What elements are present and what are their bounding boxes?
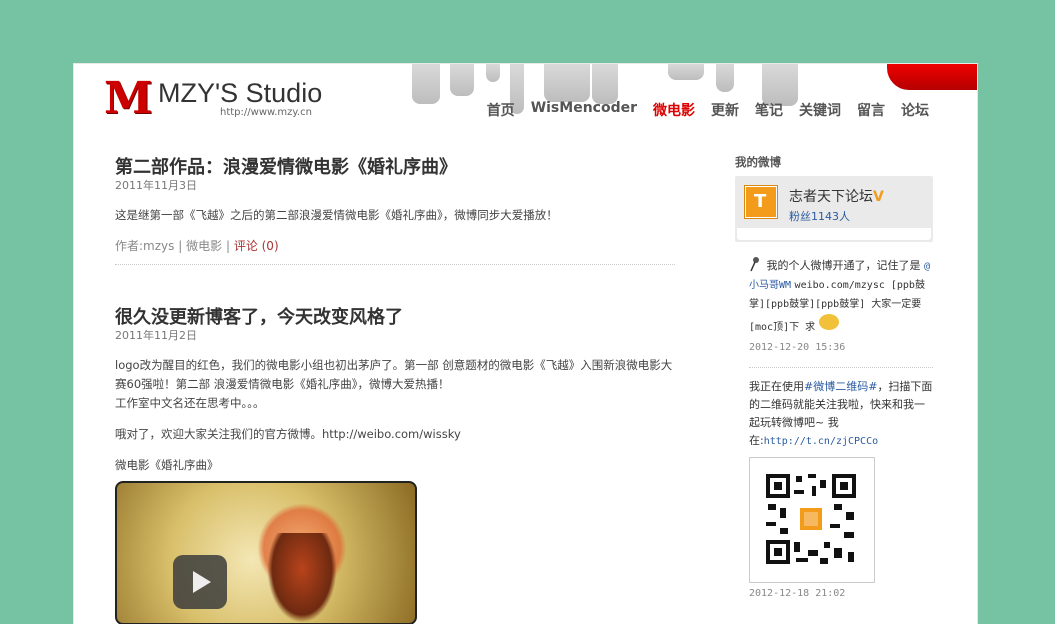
card-footer [737, 228, 931, 240]
post-date: 2011年11月3日 [115, 179, 197, 192]
feed-item: 我的个人微博开通了，记住了是 @小马哥WM weibo.com/mzysc [p… [749, 256, 933, 368]
weibo-feed: 我的个人微博开通了，记住了是 @小马哥WM weibo.com/mzysc [p… [749, 256, 933, 613]
header-decor-shape [716, 64, 734, 92]
qr-code-icon [764, 472, 858, 566]
feed-text-part: 我的个人微博开通了，记住了是 [766, 259, 924, 272]
post-date: 2011年11月2日 [115, 329, 197, 342]
post-category-link[interactable]: 微电影 [186, 239, 222, 253]
main-nav: 首页 WisMencoder 微电影 更新 笔记 关键词 留言 论坛 [479, 100, 937, 120]
page-container: M MZY'S Studio http://www.mzy.cn 首页 WisM… [74, 64, 977, 624]
nav-wismencoder[interactable]: WisMencoder [523, 100, 645, 120]
play-icon[interactable] [173, 555, 227, 609]
video-thumbnail-figure [267, 533, 337, 623]
header-decor-shape [544, 64, 590, 102]
feed-url-link[interactable]: http://t.cn/zjCPCCo [764, 436, 878, 447]
sidebar-heading: 我的微博 [735, 155, 781, 169]
post-paragraph: 这是继第一部《飞越》之后的第二部浪漫爱情微电影《婚礼序曲》，微博同步大爱播放！ [115, 208, 558, 222]
post-body: 这是继第一部《飞越》之后的第二部浪漫爱情微电影《婚礼序曲》，微博同步大爱播放！ [115, 206, 675, 225]
main-content: 第二部作品：浪漫爱情微电影《婚礼序曲》 2011年11月3日 这是继第一部《飞越… [115, 156, 675, 624]
nav-home[interactable]: 首页 [479, 100, 523, 120]
header-corner-ribbon [887, 64, 977, 90]
nav-keywords[interactable]: 关键词 [791, 100, 849, 120]
qr-code-image [749, 457, 875, 583]
emoji-icon [818, 314, 839, 330]
header-decor-shape [450, 64, 474, 96]
logo-name: MZY'S Studio [158, 78, 323, 108]
feed-timestamp: 2012-12-20 15:36 [749, 342, 846, 353]
sidebar: 我的微博 志者天下论坛V 粉丝1143人 我的个人微博开通了，记住了是 @小马哥… [735, 154, 935, 623]
post-paragraph: 哦对了，欢迎大家关注我们的官方微博。http://weibo.com/wissk… [115, 427, 461, 441]
nav-forum[interactable]: 论坛 [893, 100, 937, 120]
post: 第二部作品：浪漫爱情微电影《婚礼序曲》 2011年11月3日 这是继第一部《飞越… [115, 156, 675, 265]
feed-text: 我正在使用#微博二维码#，扫描下面的二维码就能关注我啦，快来和我一起玩转微博吧~… [749, 378, 933, 451]
logo-letter: M [104, 73, 153, 124]
weibo-avatar[interactable] [745, 186, 777, 218]
post-meta: 作者:mzys | 微电影 | 评论 (0) [115, 237, 675, 265]
post-title[interactable]: 第二部作品：浪漫爱情微电影《婚礼序曲》 [115, 156, 675, 180]
meta-separator: | [178, 239, 183, 253]
feed-item: 我正在使用#微博二维码#，扫描下面的二维码就能关注我啦，快来和我一起玩转微博吧~… [749, 378, 933, 613]
nav-notes[interactable]: 笔记 [747, 100, 791, 120]
video-player[interactable] [115, 481, 417, 624]
nav-guestbook[interactable]: 留言 [849, 100, 893, 120]
post-paragraph: logo改为醒目的红色，我们的微电影小组也初出茅庐了。第一部 创意题材的微电影《… [115, 358, 673, 391]
site-logo[interactable]: M MZY'S Studio http://www.mzy.cn [104, 76, 334, 122]
weibo-fans-count[interactable]: 粉丝1143人 [789, 208, 850, 224]
feed-timestamp: 2012-12-18 21:02 [749, 588, 846, 599]
logo-url: http://www.mzy.cn [220, 107, 312, 118]
header-decor-shape [486, 64, 500, 82]
post-paragraph: 微电影《婚礼序曲》 [115, 458, 219, 472]
header-decor-shape [412, 64, 440, 104]
post-title[interactable]: 很久没更新博客了，今天改变风格了 [115, 306, 675, 330]
nav-updates[interactable]: 更新 [703, 100, 747, 120]
post-comments-link[interactable]: 评论 (0) [234, 239, 279, 253]
feed-hashtag-link[interactable]: #微博二维码# [804, 380, 877, 393]
post: 很久没更新博客了，今天改变风格了 2011年11月2日 logo改为醒目的红色，… [115, 306, 675, 624]
weibo-profile-name[interactable]: 志者天下论坛V [789, 186, 884, 206]
feed-text: 我的个人微博开通了，记住了是 @小马哥WM weibo.com/mzysc [p… [749, 256, 933, 337]
post-body: logo改为醒目的红色，我们的微电影小组也初出茅庐了。第一部 创意题材的微电影《… [115, 356, 675, 475]
feed-text-part: 我正在使用 [749, 380, 804, 393]
header-decor-shape [668, 64, 704, 80]
post-author: 作者:mzys [115, 239, 175, 253]
microphone-icon [750, 257, 759, 272]
verified-icon: V [873, 189, 884, 205]
weibo-name-text: 志者天下论坛 [789, 189, 873, 205]
meta-separator: | [225, 239, 230, 253]
nav-microfilm[interactable]: 微电影 [645, 100, 703, 120]
post-paragraph: 工作室中文名还在思考中。。。 [115, 396, 265, 410]
header-decor-shape [592, 64, 618, 104]
weibo-profile-card: 志者天下论坛V 粉丝1143人 [735, 176, 933, 242]
